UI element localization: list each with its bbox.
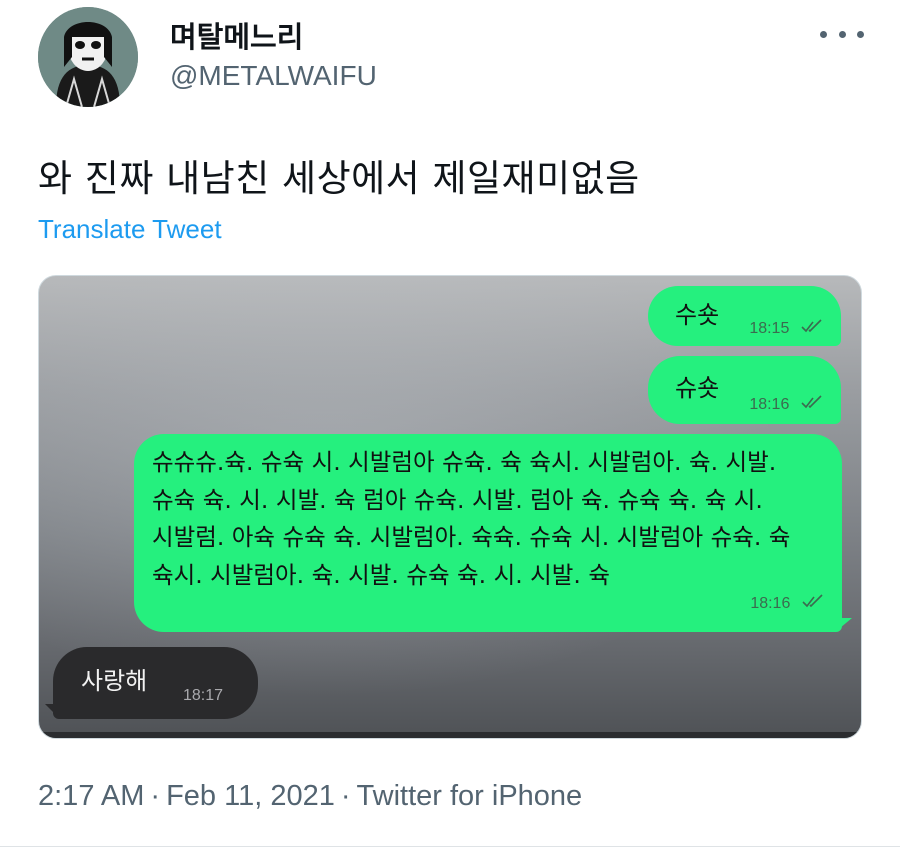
- separator: ·: [340, 780, 351, 812]
- bubble-tail: [45, 704, 57, 716]
- more-options-icon[interactable]: [820, 26, 864, 42]
- display-name[interactable]: 며탈메느리: [170, 14, 303, 56]
- double-check-icon: [802, 594, 823, 608]
- divider: [0, 846, 900, 847]
- avatar[interactable]: [38, 7, 138, 107]
- chat-message-sent: 수숏 18:15: [648, 286, 841, 346]
- chat-message-sent: 슈슈슈.슉. 슈슉 시. 시발럼아 슈슉. 슉 슉시. 시발럼아. 슉. 시발.…: [134, 434, 842, 632]
- tweet-source: Twitter for iPhone: [356, 780, 583, 812]
- message-text: 슈숏: [675, 374, 720, 402]
- message-time: 18:17: [183, 687, 224, 704]
- message-text: 사랑해: [81, 667, 148, 695]
- message-time: 18:15: [749, 320, 790, 337]
- message-time: 18:16: [750, 595, 791, 612]
- tweet-date[interactable]: Feb 11, 2021: [166, 780, 335, 812]
- tweet-metadata: 2:17 AM · Feb 11, 2021 · Twitter for iPhone: [38, 780, 582, 813]
- message-text: 슈슈슈.슉. 슈슉 시. 시발럼아 슈슉. 슉 슉시. 시발럼아. 슉. 시발.…: [152, 448, 791, 589]
- user-handle[interactable]: @METALWAIFU: [170, 60, 377, 92]
- double-check-icon: [801, 395, 822, 409]
- tweet-time[interactable]: 2:17 AM: [38, 780, 144, 812]
- separator: ·: [150, 780, 161, 812]
- message-text: 수숏: [675, 301, 720, 329]
- translate-tweet-link[interactable]: Translate Tweet: [38, 214, 222, 245]
- chat-message-sent: 슈숏 18:16: [648, 356, 841, 424]
- bubble-tail: [840, 618, 852, 628]
- double-check-icon: [801, 319, 822, 333]
- tweet: 며탈메느리 @METALWAIFU 와 진짜 내남친 세상에서 제일재미없음 T…: [0, 0, 900, 850]
- tweet-text: 와 진짜 내남친 세상에서 제일재미없음: [38, 157, 640, 200]
- message-time: 18:16: [749, 396, 790, 413]
- chat-message-received: 사랑해 18:17: [53, 647, 258, 719]
- tweet-media-image[interactable]: 수숏 18:15 슈숏 18:16 슈슈슈.슉. 슈슉 시. 시발럼아 슈슉. …: [38, 275, 862, 739]
